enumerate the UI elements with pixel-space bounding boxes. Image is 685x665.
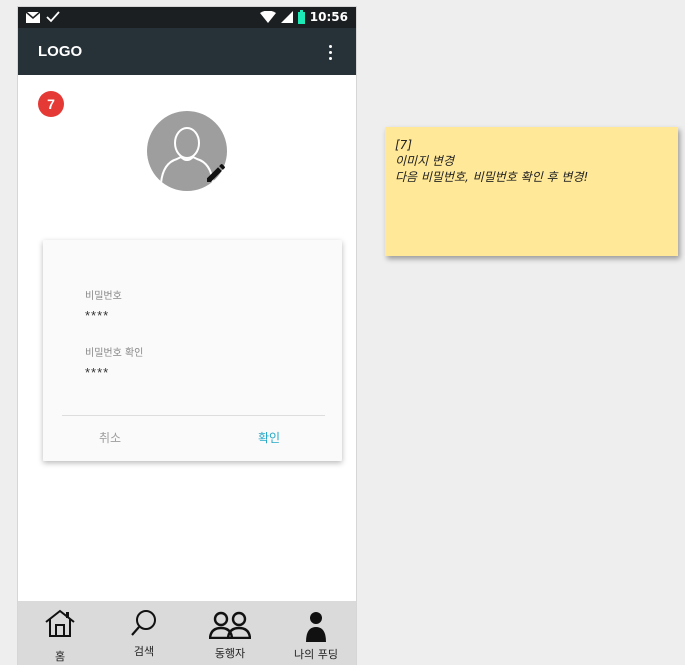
signal-icon xyxy=(280,11,293,23)
annotation-note: [7] 이미지 변경 다음 비밀번호, 비밀번호 확인 후 변경! xyxy=(385,127,678,256)
password-confirm-label: 비밀번호 확인 xyxy=(85,348,144,359)
note-line-3: 다음 비밀번호, 비밀번호 확인 후 변경! xyxy=(395,170,589,184)
battery-icon xyxy=(297,10,305,24)
more-vert-icon[interactable] xyxy=(320,42,340,62)
note-line-1: [7] xyxy=(395,138,412,152)
pencil-icon[interactable] xyxy=(204,161,228,185)
nav-label-my-pudding: 나의 푸딩 xyxy=(294,648,338,661)
check-icon xyxy=(46,11,60,23)
nav-item-search[interactable]: 검색 xyxy=(102,601,186,665)
people-icon xyxy=(209,611,251,639)
password-confirm-field[interactable]: **** xyxy=(85,365,109,380)
wifi-icon xyxy=(259,11,276,23)
nav-item-home[interactable]: 홈 xyxy=(18,601,102,665)
nav-label-companions: 동행자 xyxy=(214,647,246,660)
bottom-nav: 홈 검색 동행자 나의 푸딩 xyxy=(18,601,356,665)
search-icon xyxy=(131,610,156,636)
nav-item-companions[interactable]: 동행자 xyxy=(188,601,272,665)
password-label: 비밀번호 xyxy=(85,291,122,302)
note-line-2: 이미지 변경 xyxy=(395,154,455,168)
confirm-button[interactable]: 확인 xyxy=(258,429,280,446)
status-bar: 10:56 xyxy=(18,7,356,28)
password-card: 비밀번호 **** 비밀번호 확인 **** 취소 확인 xyxy=(43,240,342,461)
app-logo[interactable]: LOGO xyxy=(38,43,82,60)
phone-screen: 10:56 LOGO 7 비밀번호 **** 비밀번호 확인 **** 취소 확… xyxy=(18,7,356,665)
home-icon xyxy=(45,609,75,637)
app-bar: LOGO xyxy=(18,28,356,75)
password-field[interactable]: **** xyxy=(85,308,109,323)
annotation-badge: 7 xyxy=(38,91,64,117)
mail-icon xyxy=(26,11,40,23)
nav-label-search: 검색 xyxy=(133,645,155,658)
cancel-button[interactable]: 취소 xyxy=(99,429,121,446)
nav-label-home: 홈 xyxy=(54,650,66,663)
card-divider xyxy=(62,415,325,416)
status-time: 10:56 xyxy=(309,10,348,24)
person-icon xyxy=(306,612,326,642)
nav-item-my-pudding[interactable]: 나의 푸딩 xyxy=(274,601,356,665)
